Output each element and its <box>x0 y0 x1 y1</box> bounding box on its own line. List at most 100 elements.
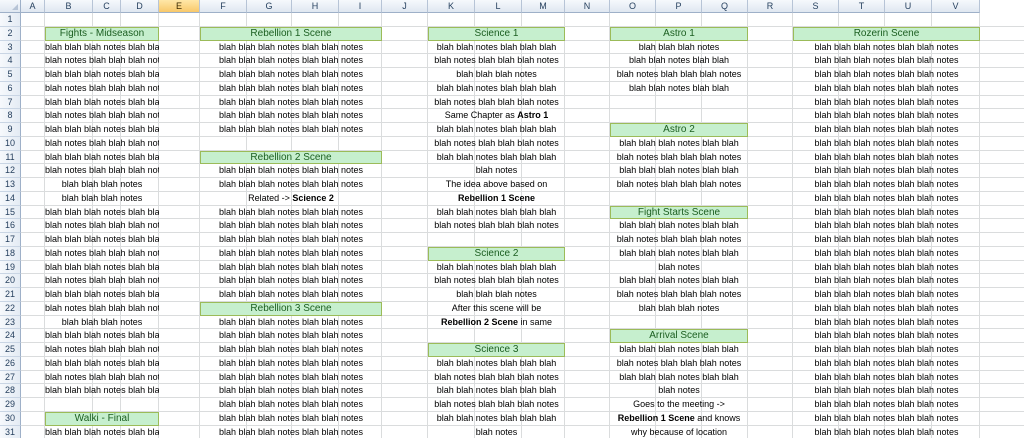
note-cell[interactable]: Goes to the meeting -> <box>610 398 748 412</box>
note-cell[interactable]: blah blah blah notes blah blah notes <box>793 206 980 220</box>
spreadsheet-grid[interactable]: A B C D E F G H I J K L M N O P Q R S T U V 1 2 3 4 5 6 7 8 9 10 11 12 13 1… <box>0 0 1024 438</box>
note-cell[interactable]: blah blah blah notes blah blah notes <box>200 357 382 371</box>
note-cell[interactable]: blah blah blah notes blah blah notes <box>200 329 382 343</box>
note-cell[interactable]: blah blah blah notes blah blah notes <box>200 96 382 110</box>
scene-header-b[interactable]: Fights - Midseason <box>45 26 159 41</box>
note-cell[interactable]: blah blah blah notes <box>45 178 159 192</box>
note-cell[interactable]: blah notes blah blah blah notes <box>45 164 159 178</box>
note-cell[interactable]: blah blah blah notes blah blah notes <box>793 41 980 55</box>
column-header-H[interactable]: H <box>292 0 339 13</box>
row-header-23[interactable]: 23 <box>0 315 21 330</box>
note-cell[interactable]: blah notes blah blah blah notes <box>428 274 565 288</box>
row-header-17[interactable]: 17 <box>0 233 21 247</box>
row-header-31[interactable]: 31 <box>0 425 21 438</box>
row-header-29[interactable]: 29 <box>0 398 21 412</box>
note-cell[interactable]: blah blah blah notes blah blah <box>45 151 159 165</box>
note-cell[interactable]: blah notes blah blah blah notes <box>45 137 159 151</box>
row-header-21[interactable]: 21 <box>0 288 21 302</box>
scene-header-f[interactable]: Rebellion 1 Scene <box>200 26 382 41</box>
note-cell[interactable]: blah blah blah notes blah blah notes <box>793 357 980 371</box>
note-cell[interactable]: blah blah blah notes blah blah notes <box>200 109 382 123</box>
scene-header-o[interactable]: Astro 1 <box>610 26 748 41</box>
note-cell[interactable]: blah notes <box>610 261 748 275</box>
note-cell[interactable]: blah notes blah blah blah notes <box>45 109 159 123</box>
column-header-T[interactable]: T <box>839 0 885 13</box>
note-cell[interactable]: blah blah notes blah blah blah <box>428 357 565 371</box>
row-header-27[interactable]: 27 <box>0 370 21 385</box>
note-cell[interactable]: blah notes blah blah blah notes <box>45 247 159 261</box>
row-header-1[interactable]: 1 <box>0 13 21 27</box>
note-cell[interactable]: blah blah blah notes blah blah notes <box>200 123 382 137</box>
note-cell[interactable]: Rebellion 2 Scene in same <box>428 316 565 330</box>
row-header-2[interactable]: 2 <box>0 26 21 41</box>
note-cell[interactable]: blah blah blah notes blah blah <box>45 288 159 302</box>
scene-header-k2[interactable]: Science 2 <box>428 246 565 261</box>
note-cell[interactable]: blah blah blah notes blah blah notes <box>793 82 980 96</box>
row-header-28[interactable]: 28 <box>0 384 21 398</box>
row-header-15[interactable]: 15 <box>0 205 21 220</box>
note-cell[interactable]: blah blah blah notes blah blah notes <box>793 302 980 316</box>
note-cell[interactable]: blah blah blah notes blah blah notes <box>793 426 980 438</box>
note-cell[interactable]: blah blah blah notes blah blah notes <box>200 206 382 220</box>
note-cell[interactable]: blah blah blah notes blah blah <box>610 219 748 233</box>
note-cell[interactable]: blah notes <box>428 426 565 438</box>
column-header-V[interactable]: V <box>932 0 980 13</box>
note-cell[interactable]: blah blah blah notes blah blah <box>45 384 159 398</box>
row-header-24[interactable]: 24 <box>0 329 21 343</box>
note-cell[interactable]: blah blah blah notes <box>610 302 748 316</box>
note-cell[interactable]: blah blah blah notes <box>45 316 159 330</box>
note-cell[interactable]: blah notes <box>428 164 565 178</box>
row-header-10[interactable]: 10 <box>0 136 21 151</box>
note-cell[interactable]: blah blah blah notes blah blah <box>610 164 748 178</box>
note-cell[interactable]: blah blah blah notes blah blah notes <box>200 247 382 261</box>
note-cell[interactable]: blah blah notes blah blah blah <box>428 82 565 96</box>
note-cell[interactable]: Same Chapter as Astro 1 <box>428 109 565 123</box>
row-header-5[interactable]: 5 <box>0 68 21 82</box>
column-header-N[interactable]: N <box>565 0 610 13</box>
note-cell[interactable]: blah blah notes blah blah blah <box>428 151 565 165</box>
note-cell[interactable]: blah blah blah notes blah blah notes <box>793 54 980 68</box>
note-cell[interactable]: blah blah blah notes blah blah <box>45 329 159 343</box>
scene-header-k[interactable]: Science 1 <box>428 26 565 41</box>
column-header-E[interactable]: E <box>159 0 200 13</box>
note-cell[interactable]: blah blah blah notes <box>428 288 565 302</box>
scene-header-o2[interactable]: Astro 2 <box>610 123 748 137</box>
note-cell[interactable]: blah blah blah notes blah blah notes <box>200 41 382 55</box>
note-cell[interactable]: blah blah blah notes blah blah notes <box>200 412 382 426</box>
note-cell[interactable]: blah blah blah notes blah blah notes <box>793 123 980 137</box>
note-cell[interactable]: blah blah blah notes blah blah notes <box>793 137 980 151</box>
row-header-25[interactable]: 25 <box>0 343 21 357</box>
scene-header-s[interactable]: Rozerin Scene <box>793 26 980 41</box>
note-cell[interactable]: blah blah blah notes blah blah notes <box>200 426 382 438</box>
row-header-4[interactable]: 4 <box>0 54 21 68</box>
note-cell[interactable]: blah blah blah notes blah blah notes <box>793 219 980 233</box>
note-cell[interactable]: blah blah blah notes blah blah <box>45 233 159 247</box>
note-cell[interactable]: blah blah blah notes blah blah notes <box>793 316 980 330</box>
note-cell[interactable]: blah blah blah notes blah blah <box>45 261 159 275</box>
note-cell[interactable]: blah blah blah notes blah blah notes <box>200 82 382 96</box>
note-cell[interactable]: blah notes blah blah blah notes <box>45 302 159 316</box>
note-cell[interactable]: blah notes blah blah blah notes <box>610 151 748 165</box>
scene-header-b2[interactable]: Walki - Final <box>45 411 159 426</box>
note-cell[interactable]: blah blah blah notes blah blah notes <box>793 288 980 302</box>
row-header-9[interactable]: 9 <box>0 123 21 137</box>
note-cell[interactable]: blah notes blah blah blah notes <box>610 357 748 371</box>
row-header-12[interactable]: 12 <box>0 164 21 178</box>
note-cell[interactable]: blah notes blah blah blah notes <box>45 371 159 385</box>
column-header-L[interactable]: L <box>475 0 522 13</box>
note-cell[interactable]: blah blah blah notes blah blah notes <box>200 261 382 275</box>
note-cell[interactable]: blah notes blah blah blah notes <box>428 371 565 385</box>
note-cell[interactable]: blah blah notes blah blah blah <box>428 384 565 398</box>
note-cell[interactable]: blah blah notes blah blah blah <box>428 123 565 137</box>
column-header-K[interactable]: K <box>428 0 475 13</box>
row-header-22[interactable]: 22 <box>0 301 21 316</box>
note-cell[interactable]: blah blah blah notes blah blah notes <box>200 288 382 302</box>
note-cell[interactable]: blah notes blah blah blah notes <box>428 54 565 68</box>
note-cell[interactable]: blah notes blah blah blah notes <box>428 96 565 110</box>
note-cell[interactable]: blah blah blah notes blah blah notes <box>793 68 980 82</box>
note-cell[interactable]: blah blah blah notes blah blah <box>45 41 159 55</box>
note-cell[interactable]: blah blah blah notes blah blah notes <box>793 233 980 247</box>
scene-header-o4[interactable]: Arrival Scene <box>610 329 748 343</box>
note-cell[interactable]: blah blah blah notes blah blah notes <box>793 384 980 398</box>
note-cell[interactable]: blah blah blah notes blah blah notes <box>200 316 382 330</box>
